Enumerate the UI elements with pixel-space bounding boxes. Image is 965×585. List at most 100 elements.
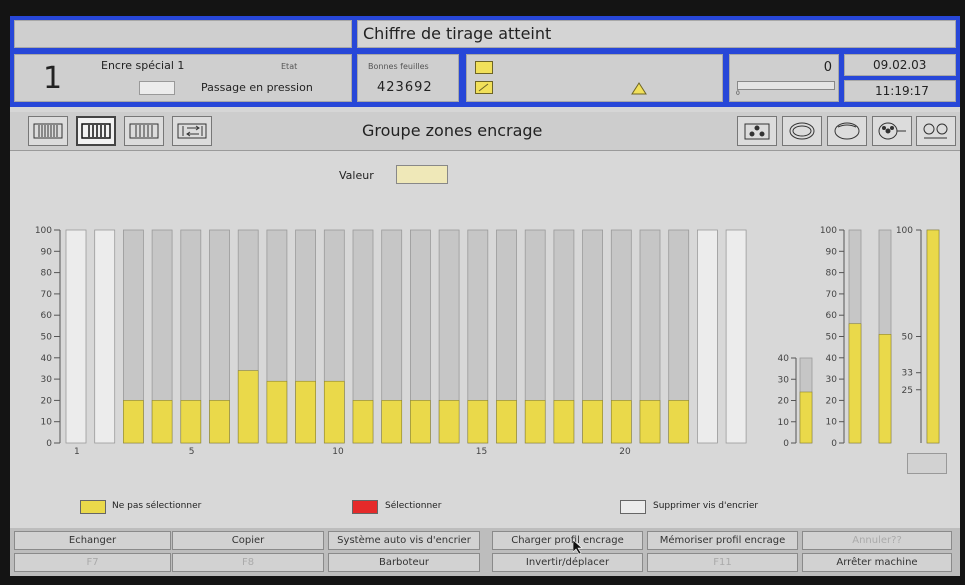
warning-icon	[631, 82, 647, 95]
y-tick-label: 20	[826, 396, 838, 406]
zone-bar	[180, 400, 202, 444]
legend-label-remove: Supprimer vis d'encrier	[653, 501, 759, 511]
y-tick-label: 50	[826, 333, 838, 343]
legend-swatch-selected	[352, 500, 378, 514]
zone-bar	[438, 400, 460, 444]
fkey-stop-machine[interactable]: Arrêter machine	[802, 553, 952, 572]
counter-panel: 0 0	[729, 54, 839, 102]
unit-number: 1	[43, 61, 63, 96]
y-tick-label: 10	[778, 418, 790, 428]
x-tick-label: 5	[189, 447, 195, 457]
fkey-f11[interactable]: F11	[647, 553, 798, 572]
rollers-pair-icon	[923, 123, 948, 139]
y-tick-label: 10	[41, 418, 53, 428]
zone-bar	[266, 380, 288, 444]
roller-button[interactable]	[782, 116, 822, 146]
y-tick-label: 50	[902, 333, 914, 343]
unit-panel: 1 Encre spécial 1 Etat Passage en pressi…	[14, 54, 352, 102]
ink-ductor-button[interactable]	[872, 116, 912, 146]
counter-progress	[737, 81, 835, 90]
fkey-invert-move[interactable]: Invertir/déplacer	[492, 553, 643, 572]
zones-main-chart: 01020304050607080901001 5 10 15 20	[35, 226, 747, 457]
fkey-echanger[interactable]: Echanger	[14, 531, 171, 550]
good-sheets-panel: Bonnes feuilles 423692	[357, 54, 459, 102]
zone-bar	[524, 400, 546, 444]
y-tick-label: 20	[778, 397, 790, 407]
state-value: Passage en pression	[201, 81, 313, 94]
y-tick-label: 100	[35, 226, 52, 236]
zone-bar	[553, 400, 575, 444]
y-tick-label: 50	[41, 333, 53, 343]
function-key-bar: Echanger Copier Système auto vis d'encri…	[10, 528, 960, 576]
counter-scale-label: 0	[736, 90, 740, 97]
zone-bar	[323, 380, 345, 444]
alerts-panel	[466, 54, 723, 102]
zone-bar	[639, 400, 661, 444]
counter-value: 0	[823, 60, 832, 75]
zones-view-1-button[interactable]	[28, 116, 68, 146]
good-sheets-value: 423692	[377, 80, 433, 95]
y-tick-label: 80	[41, 269, 53, 279]
zone-bar	[352, 400, 374, 444]
y-tick-label: 100	[896, 226, 913, 236]
ink-fountain-button[interactable]	[737, 116, 777, 146]
y-tick-label: 40	[826, 354, 838, 364]
state-label: Etat	[281, 62, 298, 71]
zone-bar-removed	[725, 229, 747, 444]
legend-swatch-remove	[620, 500, 646, 514]
legend-swatch-not-selected	[80, 500, 106, 514]
fkey-cancel[interactable]: Annuler??	[802, 531, 952, 550]
zone-bar-removed	[697, 229, 718, 444]
fkey-auto-system[interactable]: Système auto vis d'encrier	[328, 531, 480, 550]
zone-bar	[668, 400, 690, 444]
zones-view-2-button[interactable]	[76, 116, 116, 146]
fkey-load-profile[interactable]: Charger profil encrage	[492, 531, 643, 550]
roller-button-2[interactable]	[827, 116, 867, 146]
x-tick-label: 20	[619, 447, 631, 457]
status-header: Chiffre de tirage atteint 1 Encre spécia…	[10, 16, 960, 107]
y-tick-label: 40	[778, 354, 790, 364]
zone-bar	[151, 400, 173, 444]
zone-bar	[295, 380, 316, 444]
y-tick-label: 60	[826, 311, 838, 321]
y-tick-label: 0	[46, 439, 52, 449]
state-indicator	[139, 81, 175, 95]
y-tick-label: 70	[826, 290, 838, 300]
ink-zones-chart: 01020304050607080901001 5 10 15 20 010203040…	[35, 226, 940, 457]
date-display: 09.02.03	[873, 58, 927, 72]
swap-arrows-icon	[177, 123, 207, 139]
settings-button[interactable]	[916, 116, 956, 146]
zone-bar	[123, 400, 144, 444]
cylinder-icon	[834, 122, 860, 140]
fkey-f8[interactable]: F8	[172, 553, 324, 572]
y-tick-label: 30	[778, 375, 790, 385]
secondary-chart-2: 0 10 20 30 40 50 60 70 80 90 100	[820, 226, 892, 449]
zones-swap-button[interactable]	[172, 116, 212, 146]
folder-icon	[475, 61, 493, 74]
zone-bar	[209, 400, 230, 444]
x-tick-label: 1	[74, 447, 80, 457]
legend-label-selected: Sélectionner	[385, 501, 442, 511]
fkey-barboteur[interactable]: Barboteur	[328, 553, 480, 572]
y-tick-label: 30	[826, 375, 838, 385]
y-tick-label: 90	[41, 247, 53, 257]
fkey-save-profile[interactable]: Mémoriser profil encrage	[647, 531, 798, 550]
zone-bar	[381, 400, 403, 444]
y-tick-label: 25	[902, 386, 913, 396]
y-tick-label: 0	[783, 439, 789, 449]
toolbar-title: Groupe zones encrage	[362, 121, 543, 140]
y-tick-label: 60	[41, 311, 53, 321]
zone-bar	[237, 370, 259, 444]
zones-view-3-button[interactable]	[124, 116, 164, 146]
fkey-copier[interactable]: Copier	[172, 531, 324, 550]
aux-bar	[926, 229, 940, 444]
time-panel: 11:19:17	[844, 80, 956, 102]
ink-name: Encre spécial 1	[101, 59, 185, 72]
ink-zones-area: Valeur 0 10 20 30 40 50 60 70 80 90 100 1 5 10 15 20 01…	[10, 151, 960, 536]
zones-wide-icon	[81, 123, 111, 139]
fkey-f7[interactable]: F7	[14, 553, 171, 572]
spare-field[interactable]	[907, 453, 947, 474]
good-sheets-label: Bonnes feuilles	[368, 62, 429, 71]
blank-panel	[14, 20, 352, 48]
y-tick-label: 40	[41, 354, 53, 364]
